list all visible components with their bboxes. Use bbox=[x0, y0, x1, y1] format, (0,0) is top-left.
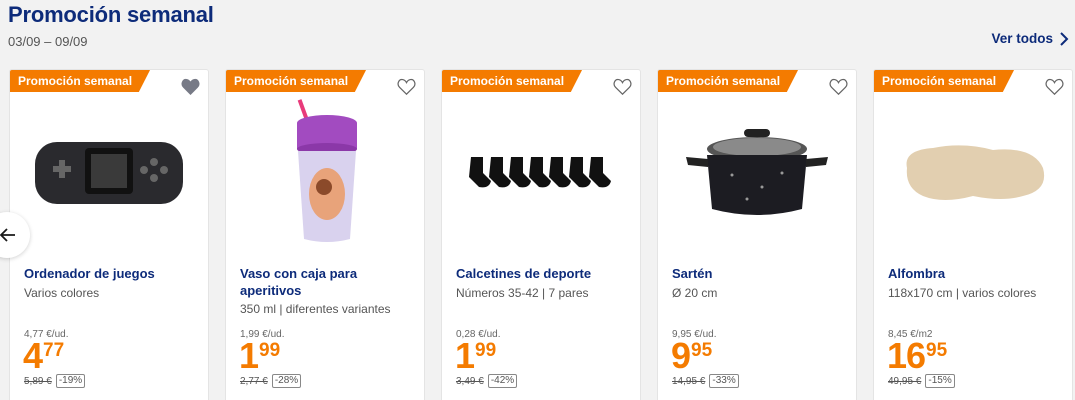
price-decimal: 99 bbox=[475, 340, 497, 361]
product-card[interactable]: Promoción semanal Vaso con caja para ape… bbox=[225, 69, 425, 400]
price-decimal: 77 bbox=[43, 340, 65, 361]
price-decimal: 99 bbox=[259, 340, 281, 361]
heart-icon[interactable] bbox=[829, 78, 848, 95]
product-price: 1 99 bbox=[455, 338, 496, 374]
snack-cup-icon bbox=[297, 99, 357, 242]
promo-badge: Promoción semanal bbox=[658, 70, 799, 92]
socks-icon bbox=[469, 157, 611, 188]
old-price-line: 5,89 € -19% bbox=[24, 374, 86, 388]
product-description: Números 35-42 | 7 pares bbox=[456, 286, 589, 300]
product-description: 118x170 cm | varios colores bbox=[888, 286, 1037, 300]
product-image[interactable] bbox=[442, 98, 640, 248]
product-image[interactable] bbox=[226, 98, 424, 248]
product-image[interactable] bbox=[658, 98, 856, 248]
product-name[interactable]: Calcetines de deporte bbox=[456, 265, 630, 282]
product-image[interactable] bbox=[10, 98, 208, 248]
discount-badge: -42% bbox=[487, 374, 518, 388]
heart-icon[interactable] bbox=[1045, 78, 1064, 95]
product-description: 350 ml | diferentes variantes bbox=[240, 302, 391, 316]
pot-icon bbox=[686, 129, 828, 215]
product-name[interactable]: Ordenador de juegos bbox=[24, 265, 198, 282]
view-all-link[interactable]: Ver todos bbox=[991, 31, 1069, 46]
heart-icon[interactable] bbox=[613, 78, 632, 95]
old-price: 5,89 € bbox=[24, 375, 52, 387]
product-card[interactable]: Promoción semanal Calcetines de deporte … bbox=[441, 69, 641, 400]
arrow-left-icon bbox=[0, 228, 15, 242]
price-integer: 4 bbox=[23, 335, 43, 376]
old-price-line: 49,95 € -15% bbox=[888, 374, 955, 388]
product-card[interactable]: Promoción semanal Sartén Ø 20 cm 9,95 €/… bbox=[657, 69, 857, 400]
promo-badge: Promoción semanal bbox=[874, 70, 1015, 92]
product-price: 16 95 bbox=[887, 338, 947, 374]
heart-icon[interactable] bbox=[397, 78, 416, 95]
chevron-right-icon bbox=[1060, 31, 1069, 46]
promo-badge: Promoción semanal bbox=[226, 70, 367, 92]
price-integer: 9 bbox=[671, 335, 691, 376]
discount-badge: -19% bbox=[55, 374, 86, 388]
product-card[interactable]: Promoción semanal Alfombra 118x170 cm | … bbox=[873, 69, 1073, 400]
old-price: 49,95 € bbox=[888, 375, 922, 387]
date-range: 03/09 – 09/09 bbox=[8, 34, 88, 49]
product-name[interactable]: Alfombra bbox=[888, 265, 1062, 282]
product-price: 4 77 bbox=[23, 338, 64, 374]
product-image[interactable] bbox=[874, 98, 1072, 248]
heart-icon[interactable] bbox=[181, 78, 200, 95]
price-decimal: 95 bbox=[691, 340, 713, 361]
price-integer: 1 bbox=[239, 335, 259, 376]
old-price-line: 3,49 € -42% bbox=[456, 374, 518, 388]
product-description: Ø 20 cm bbox=[672, 286, 718, 300]
promo-badge: Promoción semanal bbox=[442, 70, 583, 92]
old-price: 2,77 € bbox=[240, 375, 268, 387]
rug-icon bbox=[906, 145, 1045, 200]
price-decimal: 95 bbox=[926, 340, 948, 361]
product-description: Varios colores bbox=[24, 286, 100, 300]
old-price-line: 2,77 € -28% bbox=[240, 374, 302, 388]
view-all-label: Ver todos bbox=[991, 31, 1053, 46]
product-price: 9 95 bbox=[671, 338, 712, 374]
product-name[interactable]: Vaso con caja para aperitivos bbox=[240, 265, 414, 299]
product-price: 1 99 bbox=[239, 338, 280, 374]
page-title: Promoción semanal bbox=[8, 2, 214, 27]
price-integer: 1 bbox=[455, 335, 475, 376]
price-integer: 16 bbox=[887, 335, 926, 376]
old-price: 3,49 € bbox=[456, 375, 484, 387]
discount-badge: -15% bbox=[925, 374, 955, 388]
promo-badge: Promoción semanal bbox=[10, 70, 151, 92]
discount-badge: -33% bbox=[709, 374, 739, 388]
product-name[interactable]: Sartén bbox=[672, 265, 846, 282]
handheld-console-icon bbox=[35, 142, 183, 204]
discount-badge: -28% bbox=[271, 374, 302, 388]
old-price-line: 14,95 € -33% bbox=[672, 374, 739, 388]
old-price: 14,95 € bbox=[672, 375, 706, 387]
product-card[interactable]: Promoción semanal Ordenador de juegos Va… bbox=[9, 69, 209, 400]
